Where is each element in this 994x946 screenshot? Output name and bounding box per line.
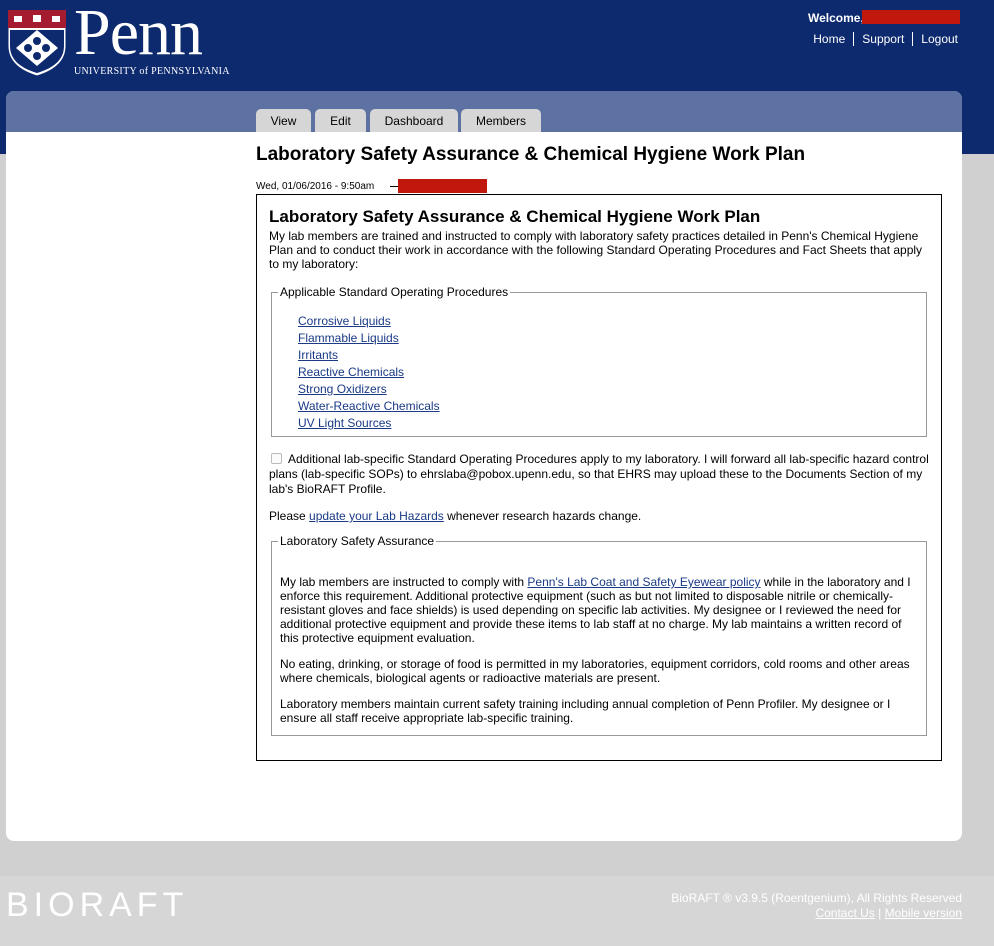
lab-safety-assurance-fieldset: Laboratory Safety Assurance My lab membe… bbox=[271, 534, 927, 736]
redacted-username bbox=[862, 10, 960, 24]
penn-logo[interactable]: Penn UNIVERSITY of PENNSYLVANIA bbox=[6, 0, 229, 80]
home-link[interactable]: Home bbox=[805, 32, 853, 46]
sop-link-reactive-chemicals[interactable]: Reactive Chemicals bbox=[298, 365, 404, 379]
update-lab-hazards-link[interactable]: update your Lab Hazards bbox=[309, 509, 444, 523]
work-plan-title: Laboratory Safety Assurance & Chemical H… bbox=[269, 207, 761, 226]
sop-link-strong-oxidizers[interactable]: Strong Oxidizers bbox=[298, 382, 387, 396]
sop-link-irritants[interactable]: Irritants bbox=[298, 348, 338, 362]
update-hazards-suffix: whenever research hazards change. bbox=[443, 509, 642, 523]
list-item: Irritants bbox=[298, 347, 440, 364]
footer-separator: | bbox=[878, 906, 882, 920]
penn-shield-icon bbox=[7, 9, 67, 77]
list-item: Strong Oxidizers bbox=[298, 381, 440, 398]
sop-legend: Applicable Standard Operating Procedures bbox=[280, 285, 509, 299]
page-title: Laboratory Safety Assurance & Chemical H… bbox=[256, 144, 806, 165]
footer-links: Contact Us | Mobile version bbox=[815, 906, 962, 920]
work-plan-content: Laboratory Safety Assurance & Chemical H… bbox=[256, 194, 942, 761]
tab-view[interactable]: View bbox=[256, 109, 311, 132]
list-item: UV Light Sources bbox=[298, 415, 440, 432]
additional-sop-text: Additional lab-specific Standard Operati… bbox=[269, 452, 929, 496]
support-link[interactable]: Support bbox=[854, 32, 912, 46]
tab-dashboard[interactable]: Dashboard bbox=[370, 109, 458, 132]
update-hazards-line: Please update your Lab Hazards whenever … bbox=[269, 509, 641, 523]
list-item: Flammable Liquids bbox=[298, 330, 440, 347]
list-item: Water-Reactive Chemicals bbox=[298, 398, 440, 415]
sop-link-corrosive-liquids[interactable]: Corrosive Liquids bbox=[298, 314, 391, 328]
sop-link-flammable-liquids[interactable]: Flammable Liquids bbox=[298, 331, 399, 345]
welcome-text: Welcome, bbox=[808, 11, 864, 25]
sop-link-water-reactive-chemicals[interactable]: Water-Reactive Chemicals bbox=[298, 399, 440, 413]
lsa-paragraph-food: No eating, drinking, or storage of food … bbox=[280, 657, 910, 685]
lsa-paragraph-ppe: My lab members are instructed to comply … bbox=[280, 575, 916, 645]
lsa-legend: Laboratory Safety Assurance bbox=[280, 534, 435, 548]
sop-list: Corrosive Liquids Flammable Liquids Irri… bbox=[298, 313, 440, 432]
tab-edit[interactable]: Edit bbox=[315, 109, 366, 132]
update-hazards-prefix: Please bbox=[269, 509, 310, 523]
sop-fieldset: Applicable Standard Operating Procedures… bbox=[271, 285, 927, 437]
lsa-paragraph-training: Laboratory members maintain current safe… bbox=[280, 697, 891, 725]
logo-subtitle: UNIVERSITY of PENNSYLVANIA bbox=[74, 66, 230, 77]
tab-members[interactable]: Members bbox=[461, 109, 541, 132]
main-panel: View Edit Dashboard Members Laboratory S… bbox=[6, 91, 962, 841]
intro-paragraph: My lab members are trained and instructe… bbox=[269, 229, 923, 271]
lsa-text: My lab members are instructed to comply … bbox=[280, 575, 916, 737]
sop-link-uv-light-sources[interactable]: UV Light Sources bbox=[298, 416, 391, 430]
logo-wordmark: Penn bbox=[74, 0, 203, 69]
lsa-p1-prefix: My lab members are instructed to comply … bbox=[280, 575, 528, 589]
lab-coat-policy-link[interactable]: Penn's Lab Coat and Safety Eyewear polic… bbox=[527, 575, 760, 589]
submitted-date: Wed, 01/06/2016 - 9:50am bbox=[256, 181, 375, 192]
top-nav-links: Home Support Logout bbox=[805, 32, 958, 46]
additional-sop-checkbox[interactable] bbox=[271, 453, 282, 464]
list-item: Reactive Chemicals bbox=[298, 364, 440, 381]
contact-us-link[interactable]: Contact Us bbox=[815, 906, 874, 920]
footer-copyright: BioRAFT ® v3.9.5 (Roentgenium), All Righ… bbox=[671, 891, 962, 905]
list-item: Corrosive Liquids bbox=[298, 313, 440, 330]
site-footer: BIORAFT BioRAFT ® v3.9.5 (Roentgenium), … bbox=[0, 876, 994, 946]
redacted-author bbox=[390, 179, 487, 193]
additional-sop-statement: Additional lab-specific Standard Operati… bbox=[269, 452, 933, 497]
logout-link[interactable]: Logout bbox=[913, 32, 958, 46]
tab-bar: View Edit Dashboard Members bbox=[6, 91, 962, 132]
mobile-version-link[interactable]: Mobile version bbox=[885, 906, 962, 920]
bioraft-logo: BIORAFT bbox=[6, 886, 189, 924]
